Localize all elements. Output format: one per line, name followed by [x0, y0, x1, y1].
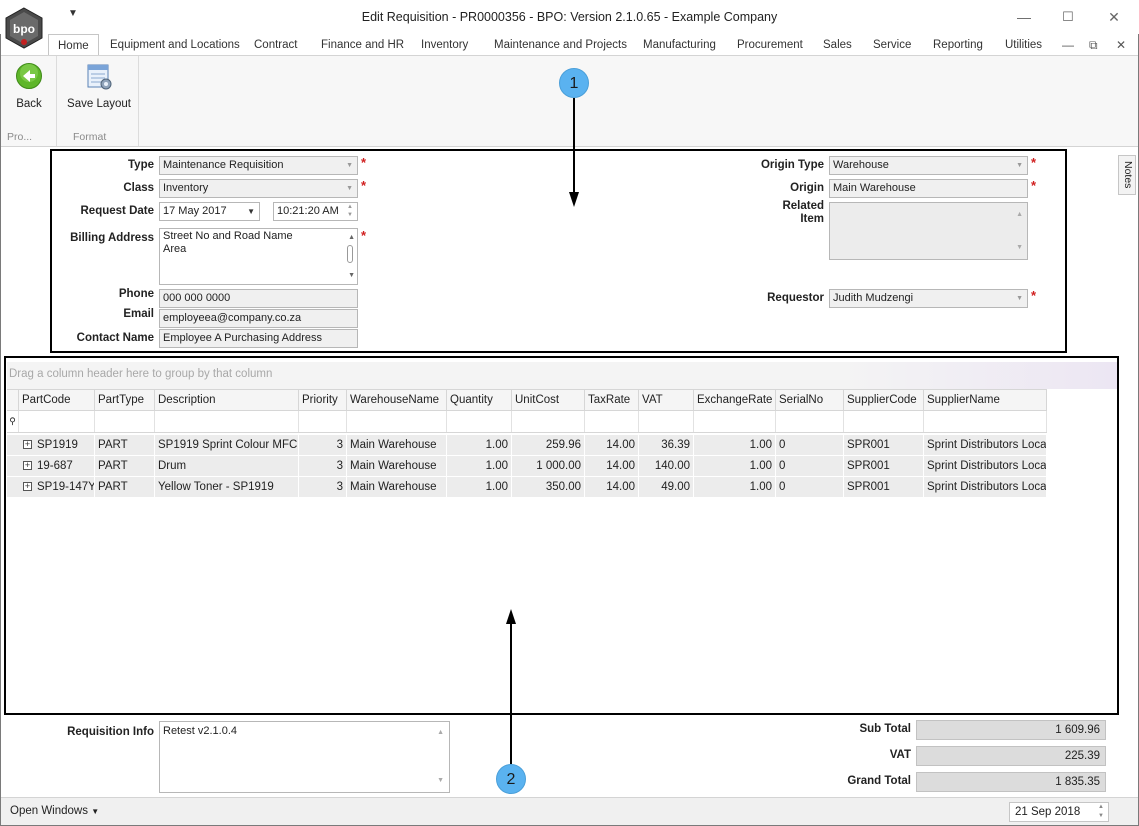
requisition-info-textarea[interactable]: Retest v2.1.0.4 ▲ ▼ [159, 721, 450, 793]
annotation-arrows [506, 98, 579, 764]
scroll-up-icon: ▲ [437, 729, 444, 736]
requisition-info-label: Requisition Info [67, 726, 154, 738]
subtotal-field: 1 609.96 [916, 720, 1106, 740]
chevron-down-icon: ▼ [91, 807, 100, 816]
subtotal-label: Sub Total [859, 723, 911, 735]
vat-total-field: 225.39 [916, 746, 1106, 766]
status-bar: Open Windows ▼ 21 Sep 2018 ▲ ▼ [1, 797, 1138, 825]
vat-total-label: VAT [889, 749, 911, 761]
open-windows-menu[interactable]: Open Windows ▼ [10, 805, 99, 817]
grand-total-label: Grand Total [847, 775, 911, 787]
status-date-spinner[interactable]: 21 Sep 2018 ▲ ▼ [1009, 802, 1109, 822]
grand-total-field: 1 835.35 [916, 772, 1106, 792]
annotation-badge-2: 2 [496, 764, 526, 794]
scroll-down-icon: ▼ [437, 777, 444, 784]
spin-arrows-icon: ▲ ▼ [1098, 804, 1104, 819]
annotation-badge-1: 1 [559, 68, 589, 98]
